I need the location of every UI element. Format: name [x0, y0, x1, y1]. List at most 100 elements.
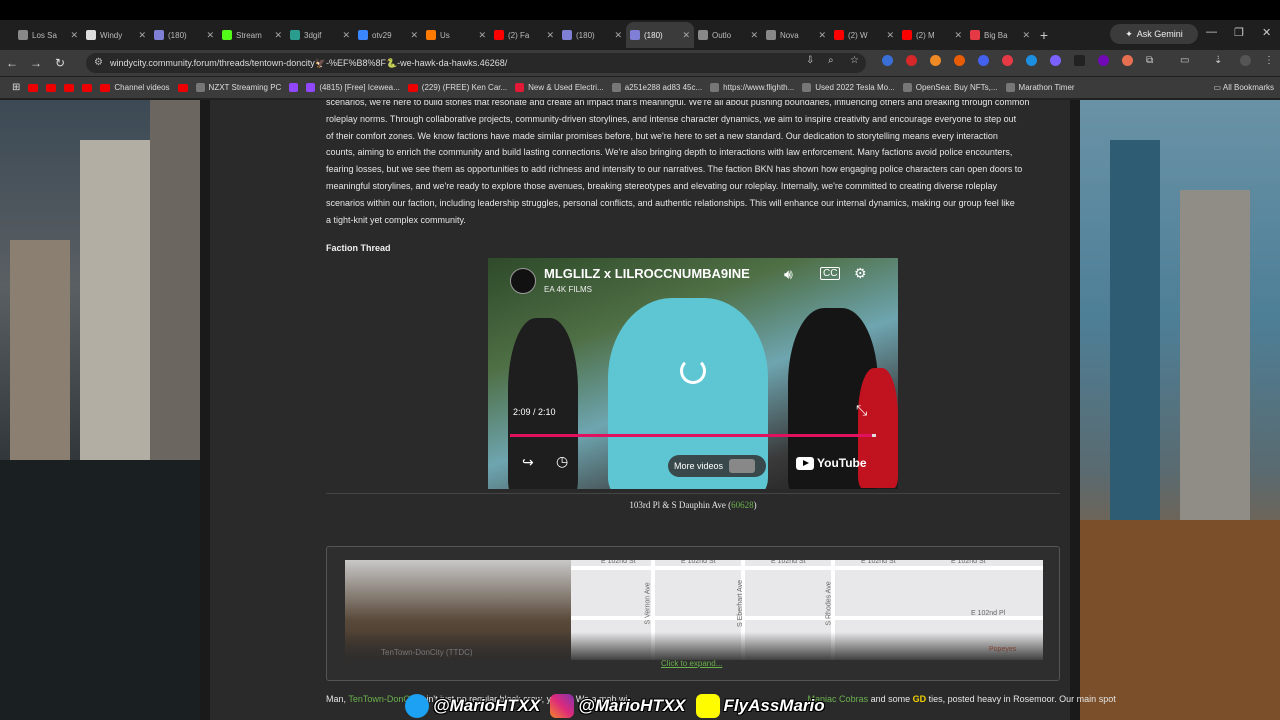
tab-14[interactable]: Big Ba ✕ [966, 22, 1034, 48]
captions-icon[interactable]: CC [820, 267, 841, 280]
volume-icon[interactable]: 🔊︎ [784, 266, 793, 283]
tab-close-icon[interactable]: ✕ [818, 30, 826, 41]
back-icon[interactable]: ← [0, 56, 24, 70]
tab-close-icon[interactable]: ✕ [954, 30, 962, 41]
bookmark-item[interactable]: Channel videos [100, 83, 170, 92]
tab-close-icon[interactable]: ✕ [70, 30, 78, 41]
fullscreen-icon[interactable]: ⤡ [856, 402, 867, 419]
bookmark-item[interactable] [177, 83, 188, 92]
tab-close-icon[interactable]: ✕ [682, 30, 690, 41]
gd-tag: GD [912, 694, 927, 704]
all-bookmarks[interactable]: ▭ All Bookmarks [1214, 83, 1274, 92]
menu-icon[interactable]: ⋮ [1264, 55, 1275, 66]
extension-icon[interactable] [906, 55, 917, 66]
tab-5[interactable]: otv29 ✕ [354, 22, 422, 48]
video-progress-bar[interactable] [510, 434, 876, 437]
tab-10[interactable]: Outlo ✕ [694, 22, 762, 48]
close-window-icon[interactable]: ✕ [1262, 26, 1271, 39]
zoom-icon[interactable]: ⌕ [828, 55, 839, 66]
spoiler-embed[interactable]: E 102nd St E 102nd St E 102nd St E 102nd St… [326, 546, 1060, 681]
tab-close-icon[interactable]: ✕ [1022, 30, 1030, 41]
install-icon[interactable]: ⇩ [806, 55, 817, 66]
extension-icon[interactable] [1002, 55, 1013, 66]
tab-6[interactable]: Us ✕ [422, 22, 490, 48]
tab-close-icon[interactable]: ✕ [886, 30, 894, 41]
extension-icon[interactable] [882, 55, 893, 66]
url-bar[interactable]: ⚙ windycity.community.forum/threads/tent… [86, 53, 866, 73]
tab-12[interactable]: (2) W ✕ [830, 22, 898, 48]
bookmark-item[interactable]: New & Used Electri... [515, 83, 604, 92]
youtube-logo[interactable]: YouTube [796, 456, 867, 470]
tab-11[interactable]: Nova ✕ [762, 22, 830, 48]
ask-gemini-button[interactable]: ✦ Ask Gemini [1110, 24, 1198, 44]
tab-8[interactable]: (180) ✕ [558, 22, 626, 48]
tab-close-icon[interactable]: ✕ [750, 30, 758, 41]
tab-close-icon[interactable]: ✕ [138, 30, 146, 41]
bookmark-item[interactable]: https://www.flighth... [710, 83, 794, 92]
bookmark-item[interactable]: (4815) [Free] Icewea... [306, 83, 400, 92]
tab-4[interactable]: 3dgif ✕ [286, 22, 354, 48]
tab-9[interactable]: (180) ✕ [626, 22, 694, 48]
profile-avatar[interactable] [1240, 55, 1251, 66]
tab-label: Big Ba [984, 30, 1008, 40]
extension-icon[interactable] [978, 55, 989, 66]
apps-grid-icon[interactable]: ⊞ [12, 82, 20, 93]
tab-1[interactable]: Windy ✕ [82, 22, 150, 48]
tab-13[interactable]: (2) M ✕ [898, 22, 966, 48]
extension-icon[interactable] [1074, 55, 1085, 66]
extension-icon[interactable] [1122, 55, 1133, 66]
sidepanel-icon[interactable]: ▭ [1180, 55, 1191, 66]
replay-icon[interactable] [680, 358, 706, 384]
bookmark-item[interactable]: (229) (FREE) Ken Car... [407, 83, 507, 92]
bookmark-item[interactable] [46, 83, 57, 92]
tab-close-icon[interactable]: ✕ [478, 30, 486, 41]
video-channel[interactable]: EA 4K FILMS [544, 285, 592, 294]
tab-close-icon[interactable]: ✕ [614, 30, 622, 41]
bookmark-item[interactable] [289, 83, 299, 92]
tab-2[interactable]: (180) ✕ [150, 22, 218, 48]
tab-3[interactable]: Stream ✕ [218, 22, 286, 48]
click-to-expand-link[interactable]: Click to expand... [661, 659, 722, 668]
extension-icon[interactable] [1050, 55, 1061, 66]
watch-later-icon[interactable]: ◷ [556, 453, 568, 470]
tab-favicon [154, 30, 164, 40]
reload-icon[interactable]: ↻ [48, 56, 72, 70]
forward-icon[interactable]: → [24, 56, 48, 70]
youtube-embed[interactable]: MLGLILZ x LILROCCNUMBA9INE EA 4K FILMS 🔊… [488, 258, 898, 489]
star-icon[interactable]: ☆ [850, 55, 861, 66]
site-info-icon[interactable]: ⚙ [94, 57, 103, 68]
minimize-icon[interactable]: — [1206, 26, 1217, 38]
bookmark-item[interactable]: a251e288 ad83 45c... [611, 83, 702, 92]
bookmark-item[interactable]: Used 2022 Tesla Mo... [802, 83, 895, 92]
download-icon[interactable]: ⇣ [1214, 55, 1225, 66]
puzzle-icon[interactable]: ⧉ [1146, 55, 1157, 66]
bookmark-item[interactable] [28, 83, 39, 92]
share-icon[interactable]: ↪ [522, 454, 534, 471]
zip-link[interactable]: 60628 [731, 500, 754, 510]
tab-close-icon[interactable]: ✕ [206, 30, 214, 41]
bottom-mid2: and some [868, 694, 913, 704]
channel-logo[interactable] [510, 268, 536, 294]
tab-close-icon[interactable]: ✕ [342, 30, 350, 41]
tab-close-icon[interactable]: ✕ [546, 30, 554, 41]
bookmark-item[interactable]: Marathon Timer [1005, 83, 1075, 92]
more-videos-button[interactable]: More videos [668, 455, 766, 477]
bookmark-item[interactable] [64, 83, 75, 92]
tab-label: otv29 [372, 30, 392, 40]
bookmark-item[interactable]: NZXT Streaming PC [195, 83, 281, 92]
restore-icon[interactable]: ❐ [1234, 26, 1244, 39]
tab-close-icon[interactable]: ✕ [274, 30, 282, 41]
extension-icon[interactable] [1098, 55, 1109, 66]
extension-icon[interactable] [1026, 55, 1037, 66]
extension-icon[interactable] [954, 55, 965, 66]
bookmark-item[interactable]: OpenSea: Buy NFTs,... [902, 83, 998, 92]
video-title[interactable]: MLGLILZ x LILROCCNUMBA9INE [544, 266, 750, 281]
tab-7[interactable]: (2) Fa ✕ [490, 22, 558, 48]
metamask-icon[interactable] [930, 55, 941, 66]
page-viewport[interactable]: scenarios, we're here to build stories t… [0, 100, 1280, 720]
tab-0[interactable]: Los Sa ✕ [14, 22, 82, 48]
settings-gear-icon[interactable]: ⚙ [854, 265, 867, 282]
new-tab-button[interactable]: + [1034, 27, 1054, 43]
tab-close-icon[interactable]: ✕ [410, 30, 418, 41]
bookmark-item[interactable] [82, 83, 93, 92]
